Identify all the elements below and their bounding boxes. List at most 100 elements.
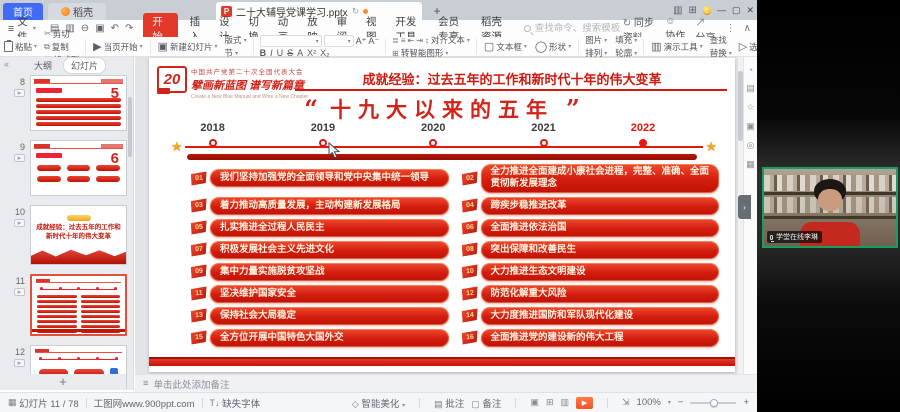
achievement-item[interactable]: 10大力推进生态文明建设 (462, 263, 720, 281)
decrease-indent-icon[interactable]: ⇤ (407, 36, 414, 45)
achievement-item[interactable]: 06全面推进依法治国 (462, 219, 720, 237)
transition-preview-icon[interactable]: ▸ (14, 89, 25, 97)
slide-sorter-view-icon[interactable]: ⊞ (546, 397, 554, 408)
line-spacing-icon[interactable]: ↕ (425, 36, 429, 45)
increase-font-icon[interactable]: A⁺ (356, 36, 367, 47)
slide-thumbnail[interactable] (30, 274, 127, 336)
presentation-tools-button[interactable]: ▥ 演示工具 ▾ (647, 40, 706, 53)
zoom-in-button[interactable]: + (743, 397, 749, 408)
decrease-font-icon[interactable]: A⁻ (368, 36, 379, 47)
achievement-item[interactable]: 15全方位开展中国特色大国外交 (191, 329, 449, 347)
slide-thumbnail[interactable]: 成就经验：过去五年的工作和新时代十年的伟大变革 (30, 205, 127, 265)
docer-tab[interactable]: 稻壳 (48, 3, 106, 20)
timeline-node[interactable]: 2021 (514, 122, 574, 147)
transition-preview-icon[interactable]: ▸ (14, 154, 25, 162)
fit-window-icon[interactable]: ⇲ (622, 397, 630, 408)
task-pane-icon[interactable]: ☆ (746, 102, 754, 113)
achievement-item[interactable]: 01我们坚持加强党的全面领导和党中央集中统一领导 (191, 169, 449, 187)
zoom-slider-knob[interactable] (710, 399, 718, 407)
slide-thumbnail[interactable]: 6 (30, 140, 127, 196)
fill-button[interactable]: 填充▾ (615, 34, 637, 46)
align-text-button[interactable]: 对齐文本 (431, 34, 465, 46)
textbox-button[interactable]: ▢ 文本框 ▾ (480, 40, 531, 53)
add-slide-button[interactable]: + (0, 374, 126, 389)
find-button[interactable]: 查找 (710, 34, 732, 46)
zoom-level[interactable]: 100% (637, 397, 661, 408)
achievement-item[interactable]: 16全面推进党的建设新的伟大工程 (462, 329, 720, 347)
tab-slides[interactable]: 幻灯片 (63, 57, 106, 74)
command-search[interactable] (524, 23, 623, 34)
task-pane-icon[interactable]: ◎ (747, 140, 755, 151)
achievement-item[interactable]: 08突出保障和改善民生 (462, 241, 720, 259)
bullets-icon[interactable]: ≣ (392, 36, 399, 45)
notes-bar[interactable]: ≡ 单击此处添加备注 (135, 374, 757, 392)
chevron-down-icon: ▾ (568, 43, 571, 50)
achievement-item[interactable]: 09集中力量实施脱贫攻坚战 (191, 263, 449, 281)
task-pane-icon[interactable]: ▣ (746, 121, 755, 132)
transition-preview-icon[interactable]: ▸ (14, 288, 25, 296)
note-toggle[interactable]: ▢ 备注 (471, 396, 501, 410)
task-pane-icon[interactable]: ▤ (746, 83, 755, 94)
timeline-node[interactable]: 2018 (183, 122, 243, 147)
font-name-select[interactable]: ▾ (260, 35, 322, 47)
achievement-item[interactable]: 04蹄疾步稳推进改革 (462, 197, 720, 215)
zoom-slider[interactable] (690, 402, 736, 404)
missing-font-label[interactable]: 缺失字体 (222, 396, 260, 410)
copy-button[interactable]: ⧉复制 (44, 41, 79, 53)
paste-button[interactable]: 粘贴 ▾ (0, 41, 41, 53)
achievement-item[interactable]: 07积极发展社会主义先进文化 (191, 241, 449, 259)
layout-button[interactable]: 版式▾ (225, 34, 247, 46)
achievement-item[interactable]: 12防范化解重大风险 (462, 285, 720, 303)
comment-toggle[interactable]: ▤ 批注 (434, 396, 464, 410)
undo-icon[interactable]: ↶ (111, 23, 119, 34)
chevron-down-icon: ▾ (604, 37, 607, 44)
current-slide[interactable]: 20 中国共产党第二十次全国代表大会 擘画新蓝图 谱写新篇章 Create a … (149, 58, 735, 372)
achievement-item[interactable]: 03着力推动高质量发展，主动构建新发展格局 (191, 197, 449, 215)
achievement-text: 全力推进全面建成小康社会进程，完整、准确、全面贯彻新发展理念 (491, 166, 710, 191)
thumb-timeline-dot (40, 287, 43, 290)
task-pane-icon[interactable]: ▦ (746, 159, 755, 170)
achievement-item[interactable]: 13保持社会大局稳定 (191, 307, 449, 325)
tab-outline[interactable]: 大纲 (27, 58, 59, 73)
transition-preview-icon[interactable]: ▸ (14, 219, 25, 227)
achievement-text: 大力度推进国防和军队现代化建设 (491, 310, 634, 322)
webcam-video-window[interactable]: 学堂在线李琳 (762, 167, 898, 248)
zoom-out-button[interactable]: − (678, 397, 684, 408)
panel-scrollbar[interactable] (128, 97, 132, 157)
slide-thumbnail[interactable]: 5 (30, 75, 127, 131)
reading-view-icon[interactable]: ▥ (560, 397, 569, 408)
achievement-item[interactable]: 05扎实推进全过程人民民主 (191, 219, 449, 237)
redo-icon[interactable]: ↷ (125, 23, 133, 34)
timeline-node[interactable]: 2022 (613, 122, 673, 147)
timeline-node[interactable]: 2020 (403, 122, 463, 147)
new-slide-button[interactable]: ▣ 新建幻灯片 ▾ (154, 40, 222, 53)
achievement-pill: 全力推进全面建成小康社会进程，完整、准确、全面贯彻新发展理念 (481, 164, 720, 193)
thumb-content-bar (37, 310, 77, 313)
normal-view-icon[interactable]: ▣ (530, 397, 539, 408)
paste-label: 粘贴 (15, 41, 32, 53)
timeline-node[interactable]: 2019 (293, 122, 353, 147)
collapse-ribbon-icon[interactable]: ∧ (744, 23, 751, 34)
transition-preview-icon[interactable]: ▸ (14, 359, 25, 367)
beautify-button[interactable]: ◇ 智能美化 ▾ (352, 396, 405, 410)
font-size-select[interactable]: ▾ (324, 35, 354, 47)
achievement-item[interactable]: 02全力推进全面建成小康社会进程，完整、准确、全面贯彻新发展理念 (462, 164, 720, 193)
print-preview-icon[interactable]: ▣ (95, 23, 104, 34)
slideshow-play-button[interactable]: ▶ (576, 397, 593, 409)
shape-button[interactable]: ◯ 形状 ▾ (531, 40, 575, 53)
collapse-panel-icon[interactable]: « (4, 59, 9, 69)
picture-button[interactable]: 图片▾ (585, 34, 607, 46)
more-options-icon[interactable]: ⋮ (726, 23, 736, 34)
flag-number-badge: 13 (191, 309, 208, 323)
achievement-item[interactable]: 11坚决维护国家安全 (191, 285, 449, 303)
play-from-current-button[interactable]: ▶ 当页开始 ▾ (89, 40, 147, 53)
achievement-item[interactable]: 14大力度推进国防和军队现代化建设 (462, 307, 720, 325)
task-pane-icon[interactable]: ◔ (748, 65, 753, 75)
increase-indent-icon[interactable]: ⇥ (416, 36, 423, 45)
cut-button[interactable]: ✂剪切 (44, 28, 79, 40)
timeline-dot (429, 139, 437, 147)
achievement-pill: 全面推进党的建设新的伟大工程 (481, 329, 720, 347)
numbering-icon[interactable]: ≡ (401, 36, 406, 45)
search-input[interactable] (535, 23, 623, 34)
expand-pane-tab[interactable]: › (738, 195, 751, 219)
